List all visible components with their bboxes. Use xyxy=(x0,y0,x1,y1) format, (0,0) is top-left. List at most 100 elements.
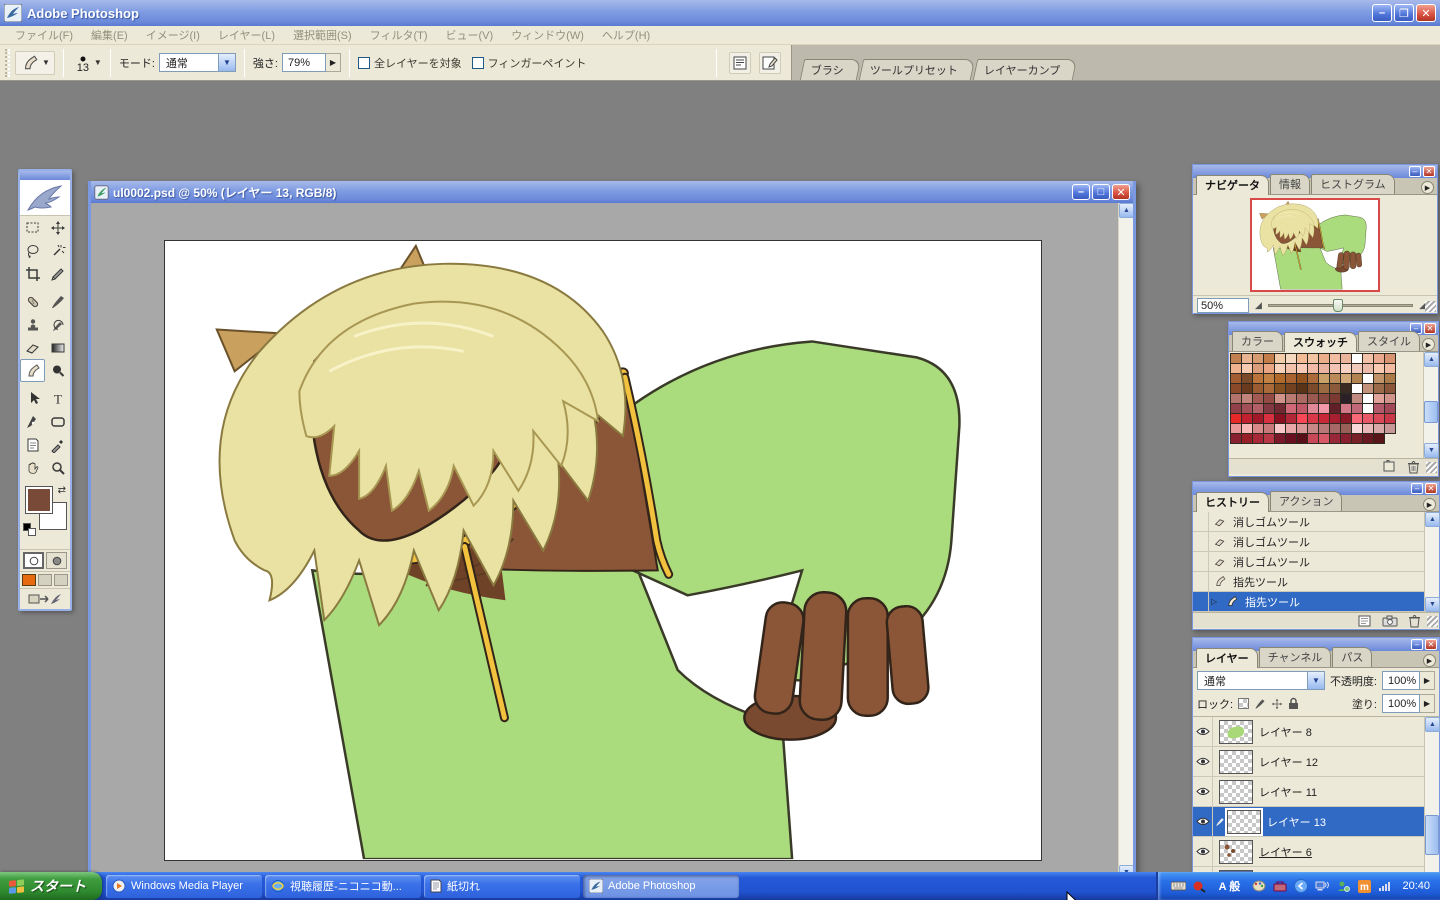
navigator-zoom-field[interactable]: 50% xyxy=(1197,298,1249,313)
magic-wand-tool[interactable] xyxy=(45,239,70,262)
scroll-up-icon[interactable]: ▲ xyxy=(1425,512,1440,527)
file-browser-button[interactable] xyxy=(729,52,751,74)
scroll-up-icon[interactable]: ▲ xyxy=(1425,717,1440,732)
menu-filter[interactable]: フィルタ(T) xyxy=(361,25,437,45)
jump-to-imageready-icon[interactable] xyxy=(28,591,62,607)
keyboard-icon[interactable] xyxy=(1170,878,1186,894)
history-step-current[interactable]: ▷ 指先ツール xyxy=(1193,592,1424,612)
ime-palette-icon[interactable] xyxy=(1251,878,1267,894)
menu-select[interactable]: 選択範囲(S) xyxy=(284,25,361,45)
shape-tool[interactable] xyxy=(45,410,70,433)
menu-edit[interactable]: 編集(E) xyxy=(82,25,137,45)
menu-file[interactable]: ファイル(F) xyxy=(6,25,82,45)
minimize-icon[interactable]: – xyxy=(1409,166,1421,177)
history-step[interactable]: 消しゴムツール xyxy=(1193,512,1424,532)
visibility-toggle[interactable] xyxy=(1193,837,1213,867)
tab-histogram[interactable]: ヒストグラム xyxy=(1311,174,1395,194)
scroll-down-icon[interactable]: ▼ xyxy=(1425,597,1440,612)
doc-maximize-button[interactable]: □ xyxy=(1092,184,1110,200)
history-brush-tool[interactable] xyxy=(45,313,70,336)
zoom-tool[interactable] xyxy=(45,456,70,479)
close-button[interactable]: ✕ xyxy=(1416,4,1436,22)
fill-field[interactable]: 100% ▶ xyxy=(1382,694,1435,713)
resize-grip[interactable] xyxy=(1425,301,1436,312)
swatch[interactable] xyxy=(1373,433,1385,444)
use-all-layers-checkbox[interactable]: 全レイヤーを対象 xyxy=(358,55,462,71)
messenger-icon[interactable] xyxy=(1335,878,1351,894)
lasso-tool[interactable] xyxy=(20,239,45,262)
resize-grip[interactable] xyxy=(1426,462,1437,473)
slider-arrow-icon[interactable]: ▶ xyxy=(1420,694,1435,713)
blend-mode-select[interactable]: 通常 ▼ xyxy=(159,53,236,72)
history-source-well[interactable] xyxy=(1193,552,1209,572)
tab-layer-comps[interactable]: レイヤーカンプ xyxy=(973,59,1078,80)
history-step[interactable]: 消しゴムツール xyxy=(1193,552,1424,572)
history-source-well[interactable] xyxy=(1193,592,1209,612)
menu-layer[interactable]: レイヤー(L) xyxy=(209,25,284,45)
pen-tool[interactable] xyxy=(20,410,45,433)
menu-window[interactable]: ウィンドウ(W) xyxy=(502,25,593,45)
tab-actions[interactable]: アクション xyxy=(1270,491,1342,511)
layer-thumbnail[interactable] xyxy=(1219,840,1253,864)
toolbox-grip[interactable] xyxy=(20,171,70,180)
opacity-field[interactable]: 100% ▶ xyxy=(1382,671,1435,690)
trash-icon[interactable] xyxy=(1408,614,1421,628)
foreground-color-swatch[interactable] xyxy=(26,487,52,513)
layer-blend-mode-select[interactable]: 通常 ▼ xyxy=(1197,671,1325,690)
tab-info[interactable]: 情報 xyxy=(1270,174,1310,194)
tab-swatches[interactable]: スウォッチ xyxy=(1284,332,1357,352)
options-grip[interactable] xyxy=(5,49,10,77)
close-icon[interactable]: ✕ xyxy=(1424,323,1436,334)
task-photoshop[interactable]: Adobe Photoshop xyxy=(583,875,739,898)
slider-arrow-icon[interactable]: ▶ xyxy=(1420,671,1435,690)
palette-menu-icon[interactable]: ▶ xyxy=(1421,181,1434,194)
close-icon[interactable]: ✕ xyxy=(1423,166,1435,177)
vertical-scrollbar[interactable]: ▲ ▼ xyxy=(1118,203,1133,880)
navigator-view-box[interactable] xyxy=(1250,198,1380,292)
tab-history[interactable]: ヒストリー xyxy=(1196,492,1269,512)
layers-scrollbar[interactable]: ▲ ▼ xyxy=(1424,717,1439,897)
layer-row[interactable]: レイヤー 6 xyxy=(1193,837,1424,867)
minimize-icon[interactable]: – xyxy=(1411,483,1423,494)
tab-layers[interactable]: レイヤー xyxy=(1196,648,1258,668)
visibility-toggle[interactable] xyxy=(1193,717,1213,747)
layer-row[interactable]: レイヤー 11 xyxy=(1193,777,1424,807)
current-tool-button[interactable]: ▼ xyxy=(15,51,55,75)
hand-tool[interactable] xyxy=(20,456,45,479)
trackball-icon[interactable] xyxy=(1191,878,1207,894)
fullscreen-menubar-button[interactable] xyxy=(38,574,52,586)
scroll-up-icon[interactable]: ▲ xyxy=(1119,203,1133,218)
lock-position-icon[interactable] xyxy=(1271,698,1283,710)
crop-tool[interactable] xyxy=(20,262,45,285)
eyedropper-tool[interactable] xyxy=(45,433,70,456)
tab-brushes[interactable]: ブラシ xyxy=(800,59,861,80)
tab-channels[interactable]: チャンネル xyxy=(1259,647,1332,667)
task-notepad[interactable]: 紙切れ xyxy=(424,875,580,898)
menu-view[interactable]: ビュー(V) xyxy=(437,25,503,45)
scroll-down-icon[interactable]: ▼ xyxy=(1424,443,1439,458)
notes-tool[interactable] xyxy=(20,433,45,456)
history-source-well[interactable] xyxy=(1193,532,1209,552)
collapse-arrow-icon[interactable] xyxy=(1293,878,1309,894)
layer-row[interactable]: レイヤー 8 xyxy=(1193,717,1424,747)
scrollbar-thumb[interactable] xyxy=(1424,401,1438,423)
visibility-toggle[interactable] xyxy=(1193,777,1213,807)
doc-minimize-button[interactable]: – xyxy=(1072,184,1090,200)
tab-tool-presets[interactable]: ツールプリセット xyxy=(859,59,975,80)
finger-painting-checkbox[interactable]: フィンガーペイント xyxy=(472,55,587,71)
document-titlebar[interactable]: ul0002.psd @ 50% (レイヤー 13, RGB/8) – □ ✕ xyxy=(91,181,1133,203)
task-browser[interactable]: 視聴履歴-ニコニコ動... xyxy=(265,875,421,898)
toolbox-icon[interactable] xyxy=(1272,878,1288,894)
history-scrollbar[interactable]: ▲ ▼ xyxy=(1424,512,1439,612)
layer-row[interactable]: レイヤー 12 xyxy=(1193,747,1424,777)
brush-preset-picker[interactable]: 13 xyxy=(72,53,94,73)
scrollbar-thumb[interactable] xyxy=(1425,815,1439,855)
path-select-tool[interactable] xyxy=(20,387,45,410)
palette-menu-icon[interactable]: ▶ xyxy=(1423,498,1436,511)
layer-thumbnail[interactable] xyxy=(1227,810,1261,834)
standard-screen-button[interactable] xyxy=(22,574,36,586)
minimize-button[interactable]: – xyxy=(1372,4,1392,22)
tab-color[interactable]: カラー xyxy=(1232,331,1283,351)
swatch[interactable] xyxy=(1384,423,1396,434)
swatches-scrollbar[interactable]: ▲ ▼ xyxy=(1423,352,1438,458)
